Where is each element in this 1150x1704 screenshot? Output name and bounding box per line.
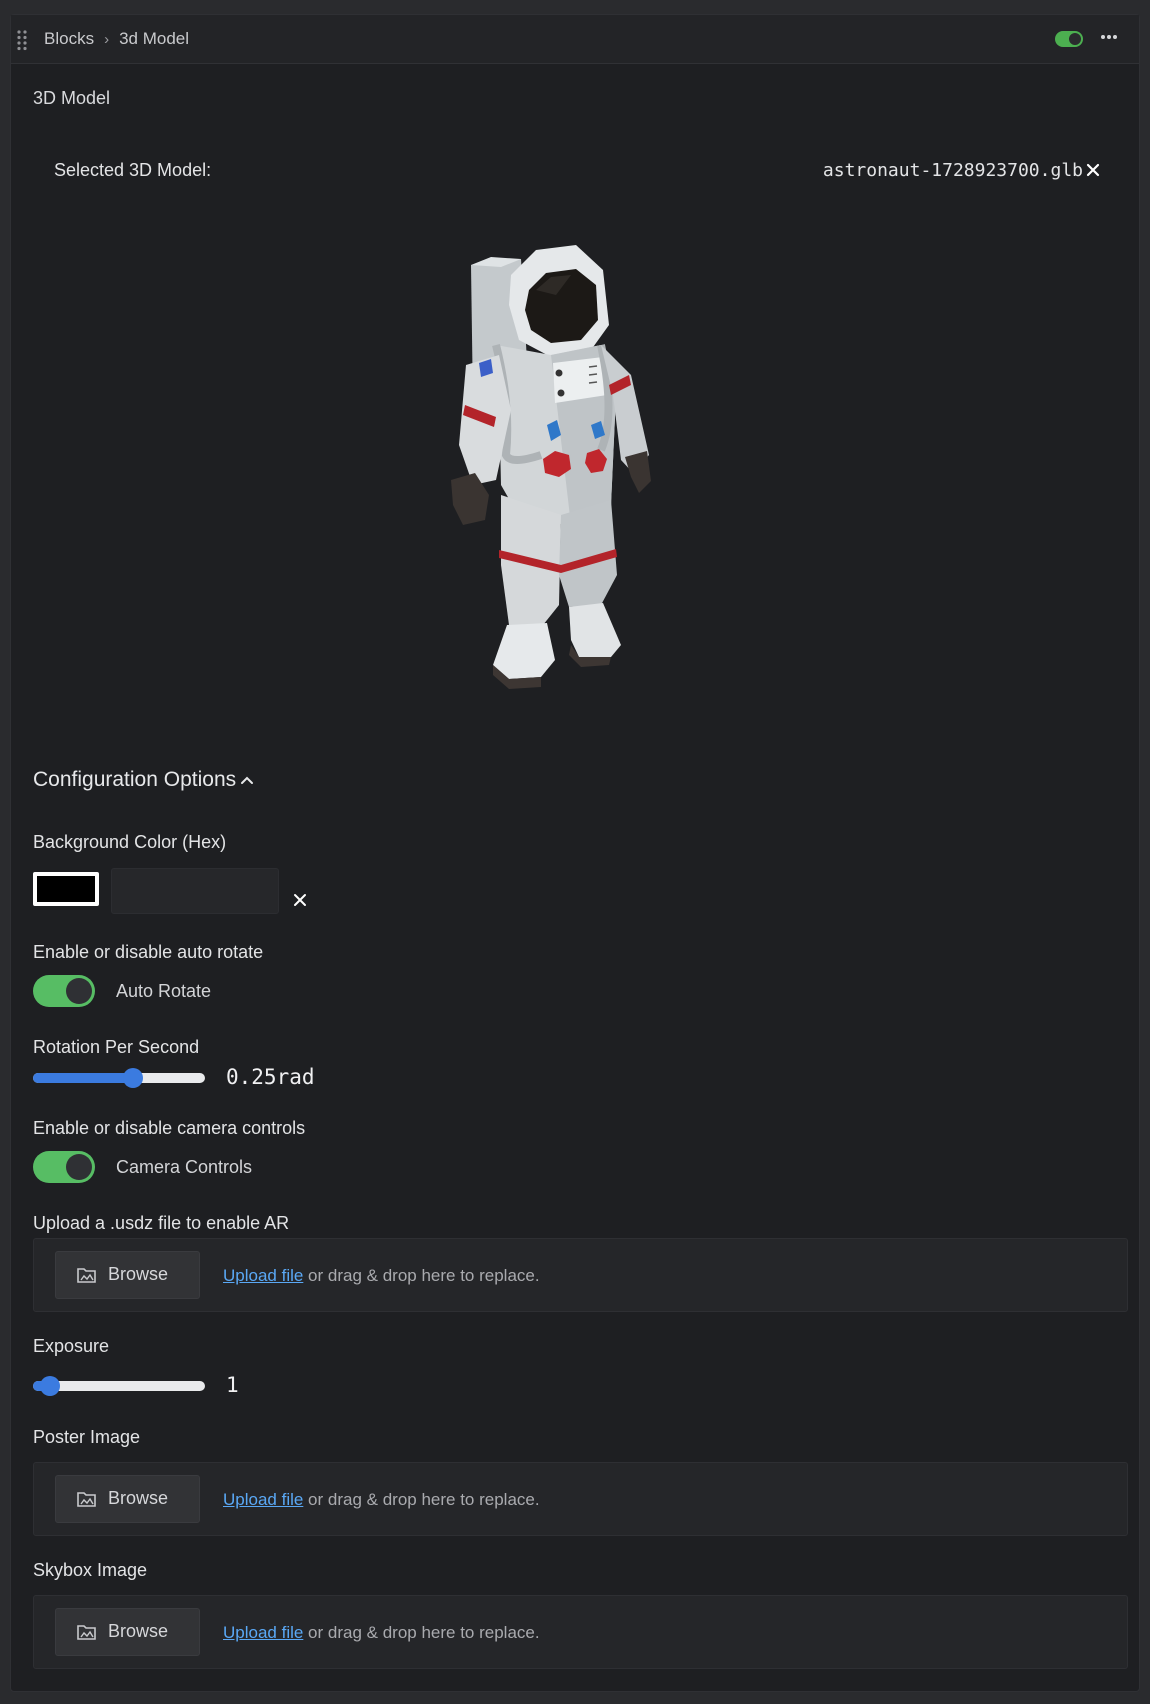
- rotation-value: 0.25rad: [226, 1065, 315, 1089]
- block-enable-toggle[interactable]: [1055, 31, 1083, 47]
- ar-browse-button[interactable]: Browse: [55, 1251, 200, 1299]
- chevron-right-icon: ›: [104, 31, 110, 48]
- folder-open-icon: [77, 1492, 96, 1507]
- chevron-up-icon: [241, 777, 254, 785]
- folder-open-icon: [77, 1268, 96, 1283]
- skybox-image-label: Skybox Image: [33, 1560, 148, 1580]
- rotation-per-second-label: Rotation Per Second: [33, 1037, 200, 1057]
- ar-upload-link[interactable]: Upload file: [223, 1266, 303, 1285]
- breadcrumb-root[interactable]: Blocks: [44, 29, 94, 48]
- skybox-browse-label: Browse: [108, 1621, 169, 1641]
- background-color-swatch[interactable]: [33, 872, 99, 906]
- exposure-label: Exposure: [33, 1336, 110, 1356]
- selected-model-filename: astronaut-1728923700.glb: [822, 160, 1083, 181]
- folder-open-icon: [77, 1625, 96, 1640]
- model-preview[interactable]: [451, 245, 711, 745]
- poster-browse-label: Browse: [108, 1488, 169, 1508]
- ar-upload-dropzone[interactable]: Browse Upload file or drag & drop here t…: [33, 1238, 1128, 1312]
- configuration-options-title: Configuration Options: [33, 768, 237, 791]
- rotation-slider-fill: [33, 1073, 133, 1083]
- drag-handle-icon[interactable]: [16, 29, 28, 51]
- poster-browse-button[interactable]: Browse: [55, 1475, 200, 1523]
- exposure-slider[interactable]: [33, 1376, 205, 1396]
- skybox-browse-button[interactable]: Browse: [55, 1608, 200, 1656]
- camera-controls-switch[interactable]: [33, 1151, 95, 1183]
- poster-upload-hint: Upload file or drag & drop here to repla…: [223, 1490, 540, 1510]
- skybox-upload-hint: Upload file or drag & drop here to repla…: [223, 1623, 540, 1643]
- poster-upload-hint-text: or drag & drop here to replace.: [303, 1490, 540, 1509]
- rotation-slider-thumb[interactable]: [122, 1068, 143, 1088]
- clear-model-icon[interactable]: [1085, 162, 1101, 178]
- block-header: Blocks › 3d Model: [11, 15, 1139, 64]
- camera-controls-description: Enable or disable camera controls: [33, 1118, 306, 1138]
- section-title: 3D Model: [33, 88, 111, 108]
- exposure-value: 1: [226, 1373, 239, 1397]
- selected-model-label: Selected 3D Model:: [54, 160, 212, 180]
- ar-upload-hint-text: or drag & drop here to replace.: [303, 1266, 540, 1285]
- auto-rotate-label: Auto Rotate: [116, 981, 212, 1001]
- skybox-upload-dropzone[interactable]: Browse Upload file or drag & drop here t…: [33, 1595, 1128, 1669]
- background-color-label: Background Color (Hex): [33, 832, 227, 852]
- auto-rotate-description: Enable or disable auto rotate: [33, 942, 264, 962]
- skybox-upload-link[interactable]: Upload file: [223, 1623, 303, 1642]
- ar-upload-label: Upload a .usdz file to enable AR: [33, 1213, 290, 1233]
- breadcrumb-current: 3d Model: [119, 29, 190, 48]
- poster-image-label: Poster Image: [33, 1427, 141, 1447]
- poster-upload-link[interactable]: Upload file: [223, 1490, 303, 1509]
- skybox-upload-hint-text: or drag & drop here to replace.: [303, 1623, 540, 1642]
- configuration-options-toggle[interactable]: Configuration Options: [33, 768, 254, 792]
- clear-color-icon[interactable]: [293, 893, 307, 907]
- auto-rotate-switch[interactable]: [33, 975, 95, 1007]
- ar-browse-label: Browse: [108, 1264, 169, 1284]
- breadcrumb: Blocks › 3d Model: [44, 29, 189, 49]
- poster-upload-dropzone[interactable]: Browse Upload file or drag & drop here t…: [33, 1462, 1128, 1536]
- block-panel: Blocks › 3d Model 3D Model Selected 3D Mod…: [10, 14, 1140, 1692]
- more-options-icon[interactable]: [1099, 27, 1119, 47]
- background-color-input[interactable]: [111, 868, 279, 914]
- ar-upload-hint: Upload file or drag & drop here to repla…: [223, 1266, 540, 1286]
- camera-controls-label: Camera Controls: [116, 1157, 253, 1177]
- rotation-slider[interactable]: [33, 1068, 205, 1088]
- exposure-slider-thumb[interactable]: [40, 1376, 61, 1396]
